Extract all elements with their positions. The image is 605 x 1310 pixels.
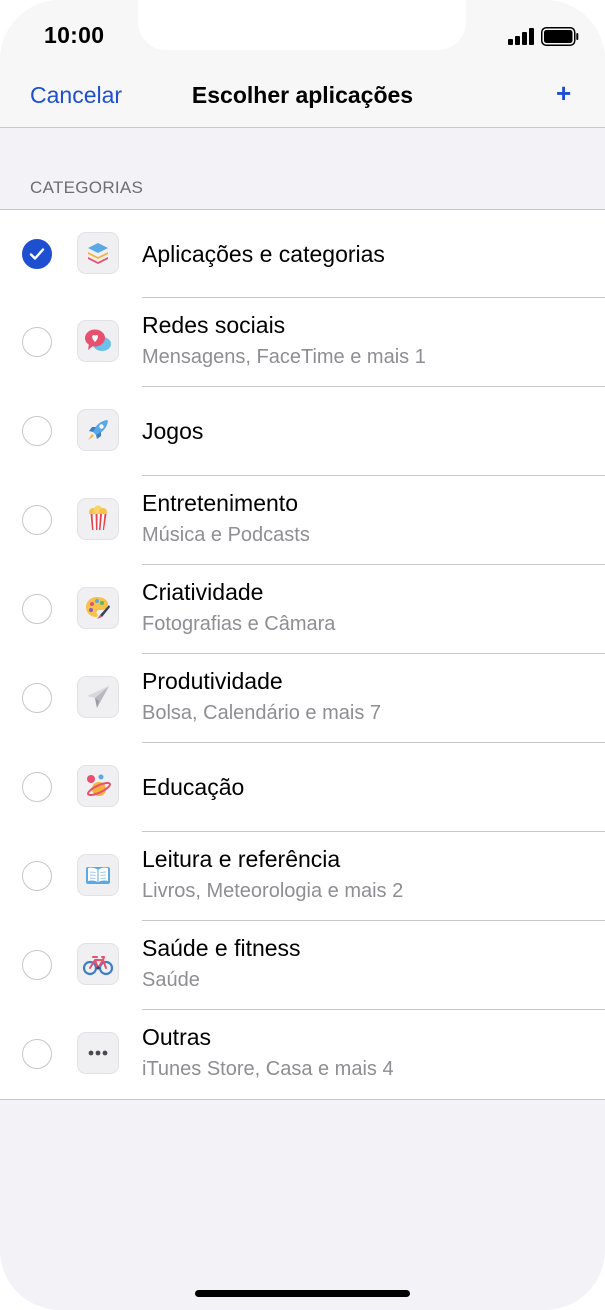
notch: [138, 0, 466, 50]
category-title: Leitura e referência: [142, 846, 341, 872]
category-list: Aplicações e categorias Redes sociais Me…: [0, 209, 605, 1100]
cellular-signal-icon: [508, 28, 534, 45]
category-title: Saúde e fitness: [142, 935, 301, 961]
category-row[interactable]: Aplicações e categorias: [0, 210, 605, 298]
battery-icon: [541, 27, 579, 46]
category-subtitle: iTunes Store, Casa e mais 4: [142, 1058, 394, 1080]
category-title: Entretenimento: [142, 490, 298, 516]
category-subtitle: Fotografias e Câmara: [142, 613, 336, 635]
category-row[interactable]: Redes sociais Mensagens, FaceTime e mais…: [0, 298, 605, 387]
radio-button[interactable]: [22, 950, 52, 980]
radio-button[interactable]: [22, 594, 52, 624]
category-title: Educação: [142, 774, 245, 800]
radio-button[interactable]: [22, 505, 52, 535]
category-subtitle: Bolsa, Calendário e mais 7: [142, 702, 382, 724]
category-row[interactable]: Jogos: [0, 387, 605, 476]
checkmark-icon: [29, 248, 45, 260]
category-title: Aplicações e categorias: [142, 241, 385, 267]
category-title: Jogos: [142, 418, 204, 444]
cancel-button[interactable]: Cancelar: [30, 82, 122, 109]
category-subtitle: Mensagens, FaceTime e mais 1: [142, 346, 426, 368]
category-title: Produtividade: [142, 668, 283, 694]
radio-button[interactable]: [22, 416, 52, 446]
radio-button[interactable]: [22, 239, 52, 269]
palette-icon: [77, 587, 119, 629]
phone-screen: 10:00 Escolher aplicações Cancelar + CAT…: [0, 0, 605, 1310]
category-row[interactable]: Educação: [0, 743, 605, 832]
radio-button[interactable]: [22, 772, 52, 802]
home-indicator: [195, 1290, 410, 1297]
bicycle-icon: [77, 943, 119, 985]
paper-plane-icon: [77, 676, 119, 718]
stack-icon: [77, 232, 119, 274]
category-row[interactable]: Criatividade Fotografias e Câmara: [0, 565, 605, 654]
category-subtitle: Música e Podcasts: [142, 524, 310, 546]
category-title: Redes sociais: [142, 312, 286, 338]
category-row[interactable]: Saúde e fitness Saúde: [0, 921, 605, 1010]
category-title: Outras: [142, 1024, 212, 1050]
ellipsis-icon: [77, 1032, 119, 1074]
radio-button[interactable]: [22, 327, 52, 357]
add-button[interactable]: +: [556, 78, 571, 109]
section-header: CATEGORIAS: [30, 178, 144, 197]
planet-icon: [77, 765, 119, 807]
radio-button[interactable]: [22, 861, 52, 891]
category-row[interactable]: Entretenimento Música e Podcasts: [0, 476, 605, 565]
radio-button[interactable]: [22, 683, 52, 713]
category-row[interactable]: Produtividade Bolsa, Calendário e mais 7: [0, 654, 605, 743]
popcorn-icon: [77, 498, 119, 540]
category-subtitle: Livros, Meteorologia e mais 2: [142, 880, 404, 902]
navigation-bar: Escolher aplicações Cancelar +: [0, 62, 605, 128]
rocket-icon: [77, 409, 119, 451]
category-subtitle: Saúde: [142, 969, 200, 991]
radio-button[interactable]: [22, 1039, 52, 1069]
category-row[interactable]: Outras iTunes Store, Casa e mais 4: [0, 1010, 605, 1099]
category-title: Criatividade: [142, 579, 264, 605]
status-time: 10:00: [44, 22, 105, 48]
category-row[interactable]: Leitura e referência Livros, Meteorologi…: [0, 832, 605, 921]
book-icon: [77, 854, 119, 896]
chat-bubbles-icon: [77, 320, 119, 362]
